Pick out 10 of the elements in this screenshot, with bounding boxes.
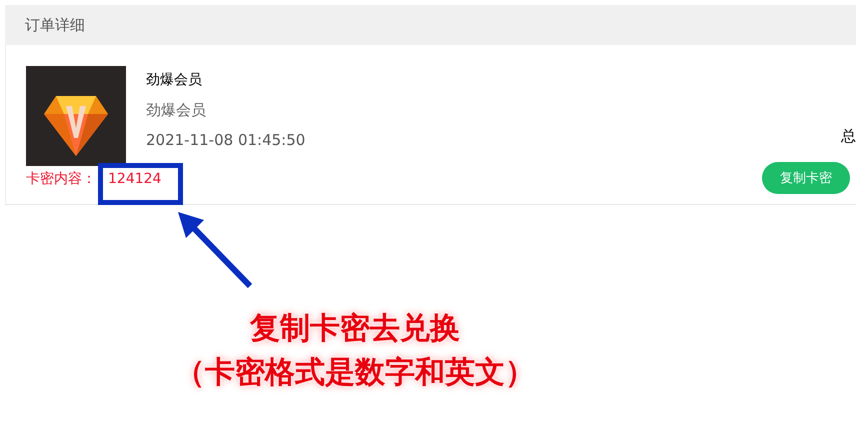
- copy-button[interactable]: 复制卡密: [762, 162, 850, 194]
- annotation-text: （卡密格式是数字和英文）: [175, 354, 535, 392]
- order-time: 2021-11-08 01:45:50: [146, 130, 306, 150]
- annotation-text: 复制卡密去兑换: [250, 310, 460, 348]
- section-title: 订单详细: [5, 5, 856, 45]
- product-subtitle: 劲爆会员: [146, 100, 207, 120]
- card-value: 124124: [108, 171, 162, 187]
- card-label: 卡密内容：: [26, 170, 96, 188]
- product-name: 劲爆会员: [146, 71, 203, 90]
- total-label: 总: [841, 127, 856, 146]
